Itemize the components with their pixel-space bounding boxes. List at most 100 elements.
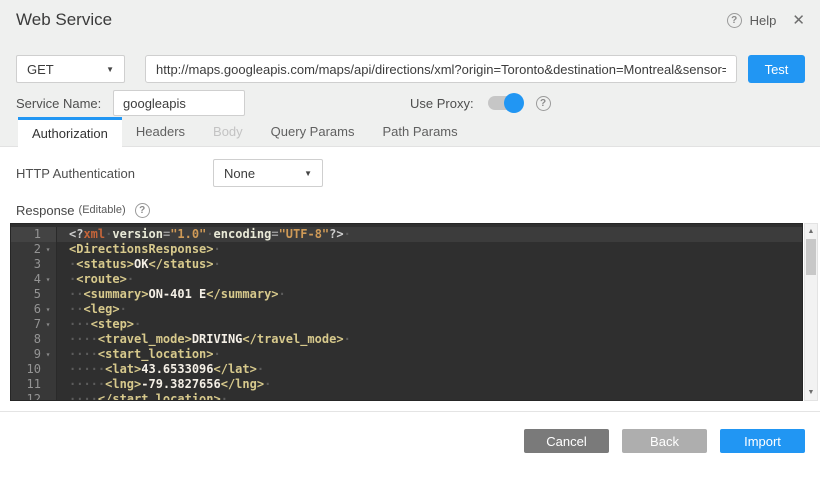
- scroll-up-icon[interactable]: ▲: [805, 225, 817, 238]
- http-auth-select[interactable]: None ▼: [213, 159, 323, 187]
- line-gutter[interactable]: 1: [11, 227, 57, 242]
- code-line: 10 ·····<lat>43.6533096</lat>·: [11, 362, 802, 377]
- line-number: 8: [11, 332, 41, 347]
- code-line: 3 ·<status>OK</status>·: [11, 257, 802, 272]
- toggle-knob: [504, 93, 524, 113]
- fold-arrow-icon[interactable]: ▾: [41, 302, 55, 317]
- code-line: 8 ····<travel_mode>DRIVING</travel_mode>·: [11, 332, 802, 347]
- tab-body: Body: [199, 117, 257, 146]
- header-actions: ? Help ✕: [727, 13, 805, 28]
- code-text: ·<status>OK</status>·: [57, 257, 221, 272]
- fold-arrow-icon[interactable]: ▾: [41, 242, 55, 257]
- scroll-down-icon[interactable]: ▼: [805, 386, 817, 399]
- code-text: ·<route>·: [57, 272, 134, 287]
- code-text: ··<summary>ON-401 E</summary>·: [57, 287, 286, 302]
- line-gutter[interactable]: 6▾: [11, 302, 57, 317]
- service-row: Service Name: Use Proxy: ?: [0, 83, 820, 117]
- help-link[interactable]: Help: [750, 13, 777, 28]
- tab-path-params[interactable]: Path Params: [368, 117, 471, 146]
- proxy-help-icon[interactable]: ?: [536, 96, 551, 111]
- fold-arrow-icon[interactable]: ▾: [41, 272, 55, 287]
- service-name-input[interactable]: [113, 90, 245, 116]
- code-text: ····<start_location>·: [57, 347, 221, 362]
- line-number: 3: [11, 257, 41, 272]
- response-editor-wrap: 1 <?xml·version="1.0"·encoding="UTF-8"?>·…: [10, 223, 818, 401]
- help-icon[interactable]: ?: [727, 13, 742, 28]
- line-gutter[interactable]: 5: [11, 287, 57, 302]
- cancel-button[interactable]: Cancel: [524, 429, 609, 453]
- code-text: ·····<lng>-79.3827656</lng>·: [57, 377, 271, 392]
- method-select[interactable]: GET ▼: [16, 55, 125, 83]
- line-number: 11: [11, 377, 41, 392]
- code-line: 2▾<DirectionsResponse>·: [11, 242, 802, 257]
- url-input[interactable]: [145, 55, 737, 83]
- tab-content: HTTP Authentication None ▼ Response (Edi…: [0, 147, 820, 453]
- tab-bar: AuthorizationHeadersBodyQuery ParamsPath…: [0, 117, 820, 147]
- dialog-header: Web Service ? Help ✕: [0, 0, 820, 40]
- line-gutter[interactable]: 3: [11, 257, 57, 272]
- line-number: 5: [11, 287, 41, 302]
- line-number: 9: [11, 347, 41, 362]
- line-gutter[interactable]: 2▾: [11, 242, 57, 257]
- fold-arrow-icon[interactable]: ▾: [41, 317, 55, 332]
- response-header-row: Response (Editable) ?: [0, 187, 820, 219]
- service-name-label: Service Name:: [16, 96, 113, 111]
- use-proxy-label: Use Proxy:: [410, 96, 474, 111]
- code-text: ··<leg>·: [57, 302, 127, 317]
- line-number: 6: [11, 302, 41, 317]
- tab-authorization[interactable]: Authorization: [18, 117, 122, 147]
- close-icon[interactable]: ✕: [792, 13, 805, 28]
- code-line: 7▾···<step>·: [11, 317, 802, 332]
- line-number: 10: [11, 362, 41, 377]
- chevron-down-icon: ▼: [304, 169, 312, 178]
- editor-scrollbar[interactable]: ▲ ▼: [804, 223, 818, 401]
- response-label: Response: [16, 203, 75, 218]
- test-button[interactable]: Test: [748, 55, 805, 83]
- line-gutter[interactable]: 9▾: [11, 347, 57, 362]
- code-line: 12 ····</start_location>·: [11, 392, 802, 401]
- top-section: Web Service ? Help ✕ GET ▼ Test Service …: [0, 0, 820, 117]
- line-number: 12: [11, 392, 41, 401]
- code-text: ····<travel_mode>DRIVING</travel_mode>·: [57, 332, 351, 347]
- code-text: ···<step>·: [57, 317, 141, 332]
- code-text: ····</start_location>·: [57, 392, 228, 401]
- line-number: 7: [11, 317, 41, 332]
- http-auth-row: HTTP Authentication None ▼: [0, 147, 820, 187]
- tab-query-params[interactable]: Query Params: [257, 117, 369, 146]
- http-auth-select-value: None: [224, 166, 255, 181]
- footer-buttons: Cancel Back Import: [0, 412, 820, 453]
- line-gutter[interactable]: 12: [11, 392, 57, 401]
- code-line: 6▾··<leg>·: [11, 302, 802, 317]
- line-number: 1: [11, 227, 41, 242]
- code-lines[interactable]: 1 <?xml·version="1.0"·encoding="UTF-8"?>·…: [10, 223, 803, 401]
- code-text: ·····<lat>43.6533096</lat>·: [57, 362, 264, 377]
- fold-arrow-icon[interactable]: ▾: [41, 347, 55, 362]
- method-select-value: GET: [27, 62, 54, 77]
- line-gutter[interactable]: 10: [11, 362, 57, 377]
- response-editable-label: (Editable): [79, 204, 126, 216]
- code-line: 9▾····<start_location>·: [11, 347, 802, 362]
- use-proxy-toggle[interactable]: [488, 95, 522, 111]
- import-button[interactable]: Import: [720, 429, 805, 453]
- http-auth-label: HTTP Authentication: [16, 166, 213, 181]
- scrollbar-thumb[interactable]: [806, 239, 816, 275]
- code-line: 1 <?xml·version="1.0"·encoding="UTF-8"?>·: [11, 227, 802, 242]
- response-help-icon[interactable]: ?: [135, 203, 150, 218]
- tab-headers[interactable]: Headers: [122, 117, 199, 146]
- code-line: 5 ··<summary>ON-401 E</summary>·: [11, 287, 802, 302]
- request-row: GET ▼ Test: [0, 40, 820, 83]
- code-text: <DirectionsResponse>·: [57, 242, 221, 257]
- chevron-down-icon: ▼: [106, 65, 114, 74]
- back-button[interactable]: Back: [622, 429, 707, 453]
- code-line: 11 ·····<lng>-79.3827656</lng>·: [11, 377, 802, 392]
- code-line: 4▾·<route>·: [11, 272, 802, 287]
- line-number: 2: [11, 242, 41, 257]
- web-service-dialog: Web Service ? Help ✕ GET ▼ Test Service …: [0, 0, 820, 478]
- code-text: <?xml·version="1.0"·encoding="UTF-8"?>·: [57, 227, 351, 242]
- line-gutter[interactable]: 11: [11, 377, 57, 392]
- page-title: Web Service: [16, 10, 112, 30]
- line-gutter[interactable]: 4▾: [11, 272, 57, 287]
- line-number: 4: [11, 272, 41, 287]
- line-gutter[interactable]: 7▾: [11, 317, 57, 332]
- line-gutter[interactable]: 8: [11, 332, 57, 347]
